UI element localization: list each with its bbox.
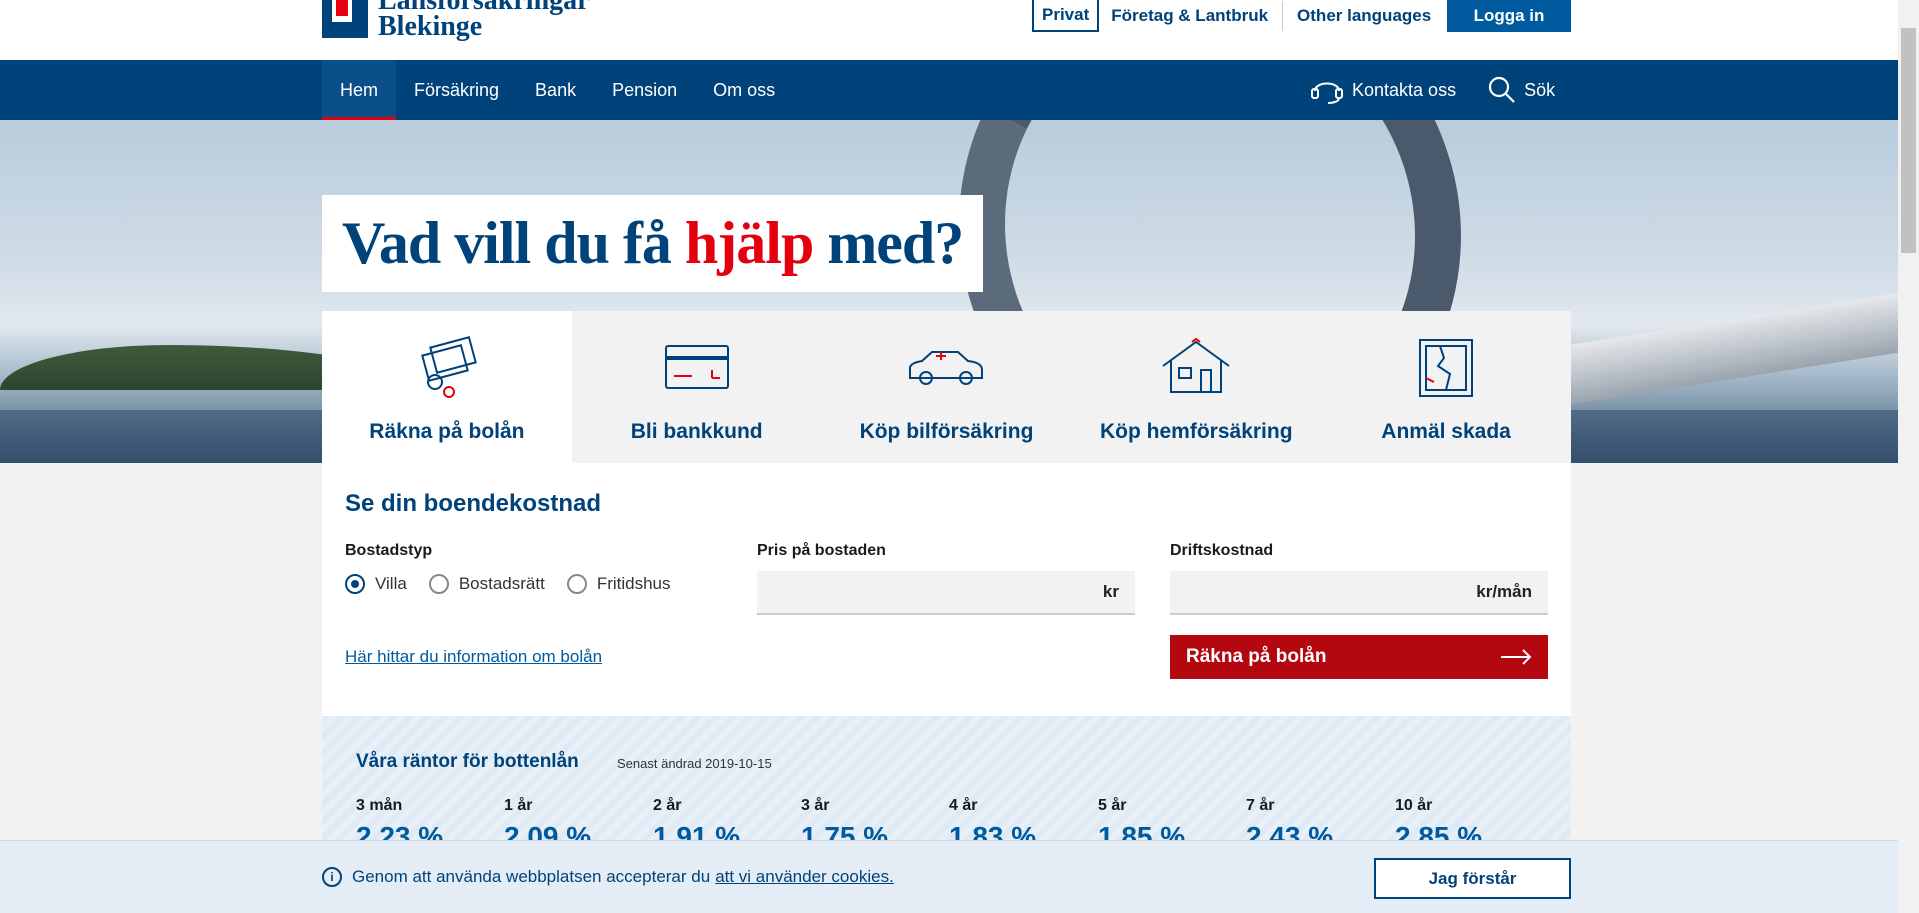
radio-villa[interactable]: Villa xyxy=(345,574,407,594)
nav-item-pension[interactable]: Pension xyxy=(594,60,695,120)
mortgage-info-link[interactable]: Här hittar du information om bolån xyxy=(345,647,602,667)
housing-type-options: Villa Bostadsrätt Fritidshus xyxy=(345,574,693,594)
top-bar: Länsförsäkringar Blekinge Privat Företag… xyxy=(0,0,1898,60)
cookie-message: i Genom att använda webbplatsen accepter… xyxy=(322,867,894,887)
link-other-languages[interactable]: Other languages xyxy=(1285,0,1443,32)
headset-icon xyxy=(1311,82,1343,104)
radio-bostadsratt[interactable]: Bostadsrätt xyxy=(428,574,545,594)
damage-icon xyxy=(1419,339,1474,397)
calculate-mortgage-button[interactable]: Räkna på bolån xyxy=(1170,635,1548,679)
price-input[interactable]: kr xyxy=(757,571,1135,615)
search-button[interactable]: Sök xyxy=(1488,76,1555,104)
price-label: Pris på bostaden xyxy=(757,542,886,559)
rates-updated: Senast ändrad 2019-10-15 xyxy=(617,756,772,771)
top-links: Privat Företag & Lantbruk Other language… xyxy=(1032,0,1443,32)
brand-name: Länsförsäkringar Blekinge xyxy=(378,0,590,42)
radio-checked-icon xyxy=(345,574,365,594)
house-icon xyxy=(1162,337,1230,393)
radio-fritidshus[interactable]: Fritidshus xyxy=(566,574,671,594)
scrollbar-thumb[interactable] xyxy=(1901,28,1916,253)
tab-rakna-pa-bolan[interactable]: Räkna på bolån xyxy=(322,311,572,463)
search-icon xyxy=(1488,76,1515,103)
top-link-divider xyxy=(1282,1,1284,31)
price-unit: kr xyxy=(1102,582,1119,601)
calculator-title: Se din boendekostnad xyxy=(345,490,602,517)
cookie-banner: i Genom att använda webbplatsen accepter… xyxy=(0,840,1898,913)
nav-item-hem[interactable]: Hem xyxy=(322,60,397,120)
tab-kop-hemforsakring[interactable]: Köp hemförsäkring xyxy=(1071,311,1321,463)
hero-title: Vad vill du få hjälp med? xyxy=(322,195,984,292)
tab-kop-bilforsakring[interactable]: Köp bilförsäkring xyxy=(822,311,1072,463)
operating-cost-input[interactable]: kr/mån xyxy=(1170,571,1548,615)
cookie-policy-link[interactable]: att vi använder cookies. xyxy=(715,867,894,887)
housing-type-label: Bostadstyp xyxy=(345,542,433,559)
money-icon xyxy=(420,336,477,398)
quick-actions: Räkna på bolån Bli bankkund Köp bilförsä… xyxy=(322,311,1571,463)
page-scrollbar[interactable] xyxy=(1898,0,1919,913)
radio-unchecked-icon xyxy=(428,574,449,594)
accept-cookies-button[interactable]: Jag förstår xyxy=(1374,858,1571,899)
radio-unchecked-icon xyxy=(566,574,587,594)
link-privat[interactable]: Privat xyxy=(1032,0,1100,32)
login-button[interactable]: Logga in xyxy=(1447,0,1571,32)
nav-item-bank[interactable]: Bank xyxy=(517,60,594,120)
brand-mark-icon xyxy=(322,0,368,38)
card-icon xyxy=(664,345,729,389)
link-foretag-lantbruk[interactable]: Företag & Lantbruk xyxy=(1099,0,1280,32)
operating-cost-unit: kr/mån xyxy=(1476,582,1532,601)
car-icon xyxy=(909,351,984,385)
info-icon: i xyxy=(322,867,342,887)
housing-cost-calculator: Se din boendekostnad Bostadstyp Villa Bo… xyxy=(322,463,1571,716)
search-label: Sök xyxy=(1524,79,1556,100)
arrow-right-icon xyxy=(1501,649,1532,665)
tab-bli-bankkund[interactable]: Bli bankkund xyxy=(572,311,822,463)
contact-label: Kontakta oss xyxy=(1352,79,1457,100)
operating-cost-label: Driftskostnad xyxy=(1170,542,1274,559)
main-nav: Hem Försäkring Bank Pension Om oss Konta… xyxy=(0,60,1898,120)
contact-button[interactable]: Kontakta oss xyxy=(1310,75,1456,105)
tab-anmal-skada[interactable]: Anmäl skada xyxy=(1321,311,1571,463)
brand-logo[interactable]: Länsförsäkringar Blekinge xyxy=(322,0,590,42)
nav-item-forsakring[interactable]: Försäkring xyxy=(396,60,517,120)
rates-title: Våra räntor för bottenlån xyxy=(356,751,579,772)
nav-item-om-oss[interactable]: Om oss xyxy=(695,60,793,120)
